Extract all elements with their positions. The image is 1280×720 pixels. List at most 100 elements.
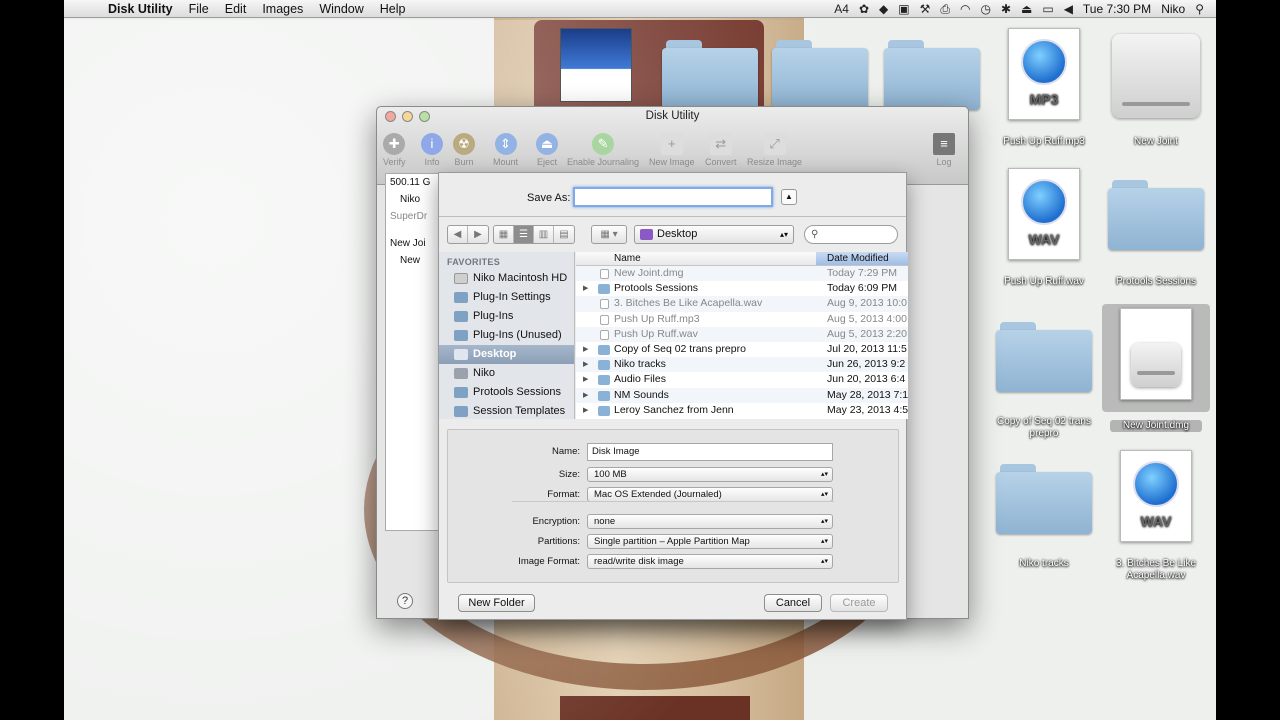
enable-journaling-button[interactable]: ✎ Enable Journaling [567, 133, 639, 167]
collapse-toggle-icon[interactable]: ▲ [781, 189, 797, 205]
eject-button[interactable]: ⏏ Eject [536, 133, 558, 167]
back-arrow-icon[interactable]: ◀ [448, 226, 468, 243]
name-column-header[interactable]: Name [614, 253, 641, 264]
desktop-icon [454, 349, 468, 360]
file-row[interactable]: ▶ Copy of Seq 02 trans prepro Jul 20, 2013… [576, 342, 908, 357]
wifi-icon[interactable]: ◠ [960, 2, 970, 16]
new-image-icon: + [660, 133, 683, 155]
disclosure-triangle-icon[interactable]: ▶ [583, 372, 588, 387]
app-menu[interactable]: Disk Utility [108, 2, 173, 16]
spotlight-icon[interactable]: ⚲ [1195, 2, 1204, 16]
battery-icon[interactable]: ▭ [1042, 2, 1053, 16]
sidebar-item-plugins-unused[interactable]: Plug-Ins (Unused) [439, 326, 574, 345]
sidebar-item-plugin-settings[interactable]: Plug-In Settings [439, 288, 574, 307]
arrange-menu[interactable]: ▦ ▾ [591, 225, 627, 244]
file-menu[interactable]: File [189, 2, 209, 16]
select-arrows-icon: ▴▾ [820, 518, 828, 525]
file-row[interactable]: Push Up Ruff.mp3 Aug 5, 2013 4:00 [576, 312, 908, 327]
images-menu[interactable]: Images [262, 2, 303, 16]
file-row[interactable]: Push Up Ruff.wav Aug 5, 2013 2:20 [576, 326, 908, 342]
volume-icon[interactable]: ◀ [1064, 2, 1073, 16]
tool-icon[interactable]: ⚒ [920, 2, 931, 16]
audio-app-icon[interactable] [560, 28, 632, 102]
printer-icon[interactable]: ⎙ [940, 2, 950, 17]
file-row[interactable]: ▶ Leroy Sanchez from Jenn May 23, 2013 4:5 [576, 403, 908, 418]
disclosure-triangle-icon[interactable]: ▶ [583, 403, 588, 418]
sidebar-item-niko[interactable]: Niko [439, 364, 574, 383]
format-option-label: Format: [547, 489, 580, 500]
sidebar-item-protools-sessions[interactable]: Protools Sessions [439, 383, 574, 402]
desktop-folder-icon[interactable] [884, 40, 980, 110]
format-select[interactable]: Mac OS Extended (Journaled) ▴▾ [587, 487, 833, 502]
search-field[interactable]: ⚲ [804, 225, 898, 244]
sidebar-item-macintosh-hd[interactable]: Niko Macintosh HD [439, 269, 574, 288]
list-view-icon[interactable]: ☰ [514, 226, 534, 243]
cancel-button[interactable]: Cancel [764, 594, 822, 612]
sync-icon[interactable]: ✿ [859, 2, 869, 16]
mount-button[interactable]: ⇕ Mount [493, 133, 518, 167]
partitions-option-label: Partitions: [537, 536, 580, 547]
convert-icon: ⇄ [709, 133, 732, 155]
disclosure-triangle-icon[interactable]: ▶ [583, 342, 588, 357]
disclosure-triangle-icon[interactable]: ▶ [583, 357, 588, 372]
file-row[interactable]: ▶ Audio Files Jun 20, 2013 6:4 [576, 372, 908, 387]
menu-user[interactable]: Niko [1161, 2, 1185, 16]
select-arrows-icon: ▴▾ [820, 471, 828, 478]
info-button[interactable]: i Info [421, 133, 443, 167]
log-button[interactable]: ≡ Log [933, 133, 955, 167]
file-row[interactable]: 3. Bitches Be Like Acapella.wav Aug 9, 20… [576, 296, 908, 312]
image-format-select[interactable]: read/write disk image ▴▾ [587, 554, 833, 569]
device-item[interactable]: New Joi [386, 235, 442, 252]
desktop-folder-icon[interactable] [772, 40, 868, 110]
icon-view-icon[interactable]: ▦ [494, 226, 514, 243]
file-row[interactable]: ▶ Niko tracks Jun 26, 2013 9:2 [576, 357, 908, 373]
display-icon[interactable]: ▣ [898, 2, 909, 16]
audio-file-icon [600, 314, 609, 325]
coverflow-view-icon[interactable]: ▤ [554, 226, 574, 243]
time-machine-icon[interactable]: ◷ [980, 2, 990, 16]
save-as-label: Save As: [527, 192, 571, 204]
eject-toolbar-icon: ⏏ [536, 133, 558, 155]
burn-button[interactable]: ☢ Burn [453, 133, 475, 167]
bluetooth-icon[interactable]: ✱ [1001, 2, 1011, 16]
forward-arrow-icon[interactable]: ▶ [468, 226, 488, 243]
desktop-file-dmg[interactable]: New Joint.dmg [1102, 304, 1210, 432]
name-option-input[interactable]: Disk Image [587, 443, 833, 461]
edit-menu[interactable]: Edit [225, 2, 247, 16]
sidebar-item-plugins[interactable]: Plug-Ins [439, 307, 574, 326]
eject-icon[interactable]: ⏏ [1021, 2, 1032, 16]
help-button[interactable]: ? [397, 593, 413, 609]
device-item[interactable]: New [386, 252, 442, 269]
sidebar-item-desktop[interactable]: Desktop [439, 345, 574, 364]
verify-button[interactable]: ✚ Verify [383, 133, 406, 167]
new-folder-button[interactable]: New Folder [458, 594, 535, 612]
create-button[interactable]: Create [830, 594, 888, 612]
folder-icon [996, 322, 1092, 392]
file-row[interactable]: ▶ NM Sounds May 28, 2013 7:1 [576, 387, 908, 403]
resize-image-button[interactable]: ⤢ Resize Image [747, 133, 802, 167]
column-view-icon[interactable]: ▥ [534, 226, 554, 243]
help-menu[interactable]: Help [380, 2, 406, 16]
file-row[interactable]: ▶ Protools Sessions Today 6:09 PM [576, 281, 908, 296]
device-item[interactable]: SuperDr [386, 208, 442, 225]
size-select[interactable]: 100 MB ▴▾ [587, 467, 833, 482]
adobe-icon[interactable]: A4 [834, 2, 849, 16]
window-menu[interactable]: Window [319, 2, 363, 16]
convert-button[interactable]: ⇄ Convert [705, 133, 737, 167]
disclosure-triangle-icon[interactable]: ▶ [583, 281, 588, 296]
desktop-folder-icon[interactable] [662, 40, 758, 110]
location-popup[interactable]: Desktop ▴▾ [634, 225, 794, 244]
disclosure-triangle-icon[interactable]: ▶ [583, 388, 588, 403]
new-image-button[interactable]: + New Image [649, 133, 695, 167]
partitions-select[interactable]: Single partition – Apple Partition Map ▴▾ [587, 534, 833, 549]
dropbox-icon[interactable]: ◆ [879, 2, 888, 16]
device-item[interactable]: Niko [386, 191, 442, 208]
date-column-header[interactable]: Date Modified [816, 252, 908, 265]
file-row[interactable]: New Joint.dmg Today 7:29 PM [576, 266, 908, 282]
save-as-input[interactable] [573, 187, 773, 207]
menu-clock[interactable]: Tue 7:30 PM [1083, 2, 1151, 16]
encryption-select[interactable]: none ▴▾ [587, 514, 833, 529]
sidebar-item-session-templates[interactable]: Session Templates [439, 402, 574, 419]
file-rows: New Joint.dmg Today 7:29 PM ▶ Protools Ses… [576, 266, 908, 418]
device-item[interactable]: 500.11 G [386, 174, 442, 191]
